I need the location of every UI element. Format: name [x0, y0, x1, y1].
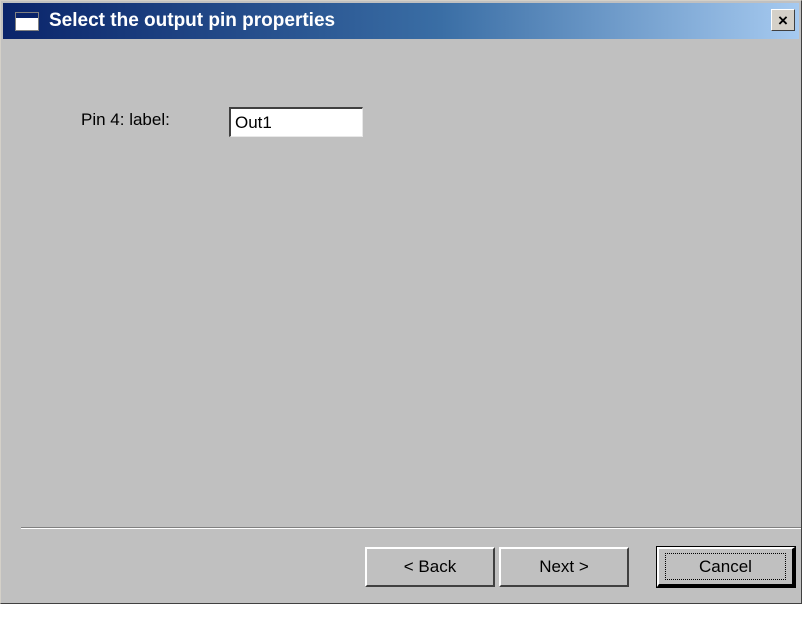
next-button[interactable]: Next > [499, 547, 629, 587]
close-button[interactable]: × [771, 9, 795, 31]
window-icon [15, 12, 39, 31]
dialog-window: Select the output pin properties × Pin 4… [0, 0, 802, 604]
window-title: Select the output pin properties [49, 10, 336, 31]
pin-label: Pin 4: label: [81, 110, 170, 129]
next-button-label: Next > [539, 557, 589, 576]
cancel-button-label: Cancel [699, 557, 752, 576]
back-button-label: < Back [403, 557, 457, 576]
close-icon: × [778, 11, 788, 30]
separator [21, 527, 801, 529]
title-bar[interactable]: Select the output pin properties × [3, 3, 799, 39]
back-button[interactable]: < Back [365, 547, 495, 587]
pin-label-input[interactable] [229, 107, 363, 137]
cancel-button[interactable]: Cancel [656, 546, 796, 588]
